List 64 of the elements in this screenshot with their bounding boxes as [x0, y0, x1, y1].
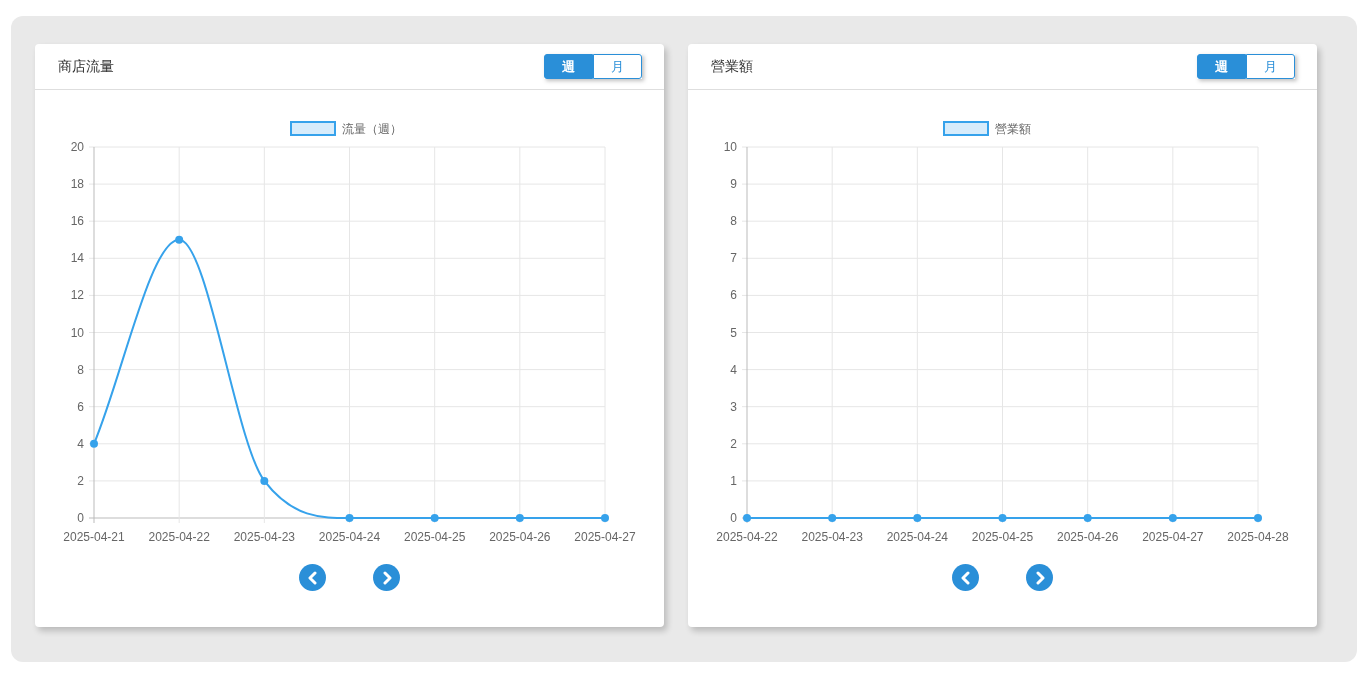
y-tick-label: 18: [70, 177, 84, 192]
data-point: [430, 514, 439, 522]
x-tick-label: 2025-04-28: [1227, 530, 1289, 544]
y-tick-label: 12: [70, 288, 84, 303]
y-tick-label: 8: [77, 362, 84, 377]
data-point: [998, 514, 1007, 522]
y-tick-label: 6: [77, 399, 84, 414]
x-tick-label: 2025-04-26: [489, 530, 551, 544]
y-tick-label: 1: [730, 473, 737, 488]
x-tick-label: 2025-04-27: [1142, 530, 1204, 544]
y-tick-label: 10: [723, 140, 737, 154]
data-point: [1083, 514, 1092, 522]
y-tick-label: 2: [77, 473, 84, 488]
period-tab[interactable]: 週: [544, 54, 593, 79]
x-tick-label: 2025-04-25: [971, 530, 1034, 544]
data-point: [743, 514, 751, 522]
period-tab[interactable]: 月: [593, 54, 642, 79]
previous-button[interactable]: [299, 564, 326, 591]
y-tick-label: 10: [70, 325, 84, 340]
y-tick-label: 7: [730, 251, 737, 266]
y-tick-label: 9: [730, 177, 737, 192]
data-point: [601, 514, 609, 522]
legend-item: 營業額: [943, 121, 1031, 136]
next-button[interactable]: [373, 564, 400, 591]
data-point: [1254, 514, 1262, 522]
y-tick-label: 5: [730, 325, 737, 340]
period-tab[interactable]: 週: [1197, 54, 1246, 79]
card-title: 商店流量: [58, 57, 114, 76]
data-point: [515, 514, 524, 522]
period-tab[interactable]: 月: [1246, 54, 1295, 79]
y-tick-label: 4: [77, 436, 84, 451]
y-tick-label: 14: [70, 251, 84, 266]
y-tick-label: 4: [730, 362, 737, 377]
x-tick-label: 2025-04-22: [148, 530, 210, 544]
x-tick-label: 2025-04-27: [574, 530, 636, 544]
previous-button[interactable]: [952, 564, 979, 591]
data-point: [828, 514, 837, 522]
data-point: [913, 514, 922, 522]
y-tick-label: 6: [730, 288, 737, 303]
x-tick-label: 2025-04-24: [318, 530, 381, 544]
next-button[interactable]: [1026, 564, 1053, 591]
y-tick-label: 20: [70, 140, 84, 154]
data-point: [260, 476, 269, 485]
data-point: [175, 235, 184, 244]
data-point: [345, 514, 354, 522]
y-tick-label: 8: [730, 214, 737, 229]
x-tick-label: 2025-04-23: [801, 530, 863, 544]
y-tick-label: 0: [77, 511, 84, 525]
x-tick-label: 2025-04-26: [1056, 530, 1119, 544]
y-tick-label: 2: [730, 436, 737, 451]
y-tick-label: 0: [730, 511, 737, 525]
x-tick-label: 2025-04-22: [716, 530, 778, 544]
x-tick-label: 2025-04-25: [403, 530, 466, 544]
x-tick-label: 2025-04-23: [233, 530, 296, 544]
legend-item: 流量（週）: [290, 121, 402, 136]
y-tick-label: 16: [70, 214, 84, 229]
legend-label: 營業額: [995, 122, 1031, 136]
x-tick-label: 2025-04-24: [886, 530, 949, 544]
x-tick-label: 2025-04-21: [63, 530, 125, 544]
y-tick-label: 3: [730, 399, 737, 414]
legend-label: 流量（週）: [342, 122, 402, 136]
data-point: [90, 439, 98, 448]
data-point: [1168, 514, 1177, 522]
card-title: 營業額: [711, 57, 753, 76]
